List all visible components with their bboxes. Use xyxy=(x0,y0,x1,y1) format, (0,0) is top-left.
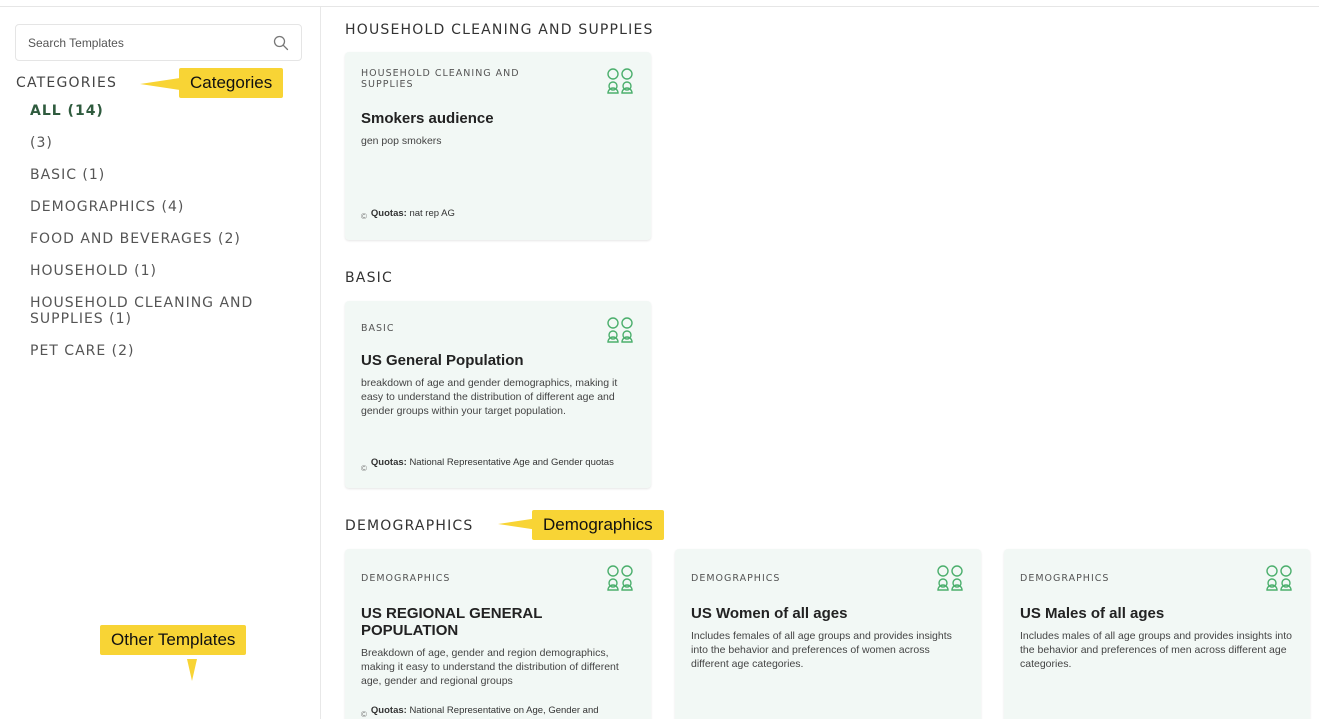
card-category: HOUSEHOLD CLEANING AND SUPPLIES xyxy=(361,68,520,90)
template-card-smokers-audience[interactable]: HOUSEHOLD CLEANING AND SUPPLIES Smokers … xyxy=(345,52,651,240)
card-title: Smokers audience xyxy=(361,110,494,127)
category-item-household[interactable]: HOUSEHOLD (1) xyxy=(30,263,300,279)
people-group-icon xyxy=(607,317,633,343)
copyright-icon: © xyxy=(361,212,367,221)
other-templates-callout: Other Templates xyxy=(100,625,247,655)
section-title-household-cleaning: HOUSEHOLD CLEANING AND SUPPLIES xyxy=(345,22,654,38)
search-box[interactable] xyxy=(15,24,302,61)
template-card-us-males-all-ages[interactable]: DEMOGRAPHICS US Males of all ages Includ… xyxy=(1004,549,1310,719)
card-category: DEMOGRAPHICS xyxy=(1020,573,1110,584)
template-card-us-women-all-ages[interactable]: DEMOGRAPHICS US Women of all ages Includ… xyxy=(675,549,981,719)
card-category: DEMOGRAPHICS xyxy=(691,573,781,584)
categories-callout: Categories xyxy=(179,68,284,98)
card-category: BASIC xyxy=(361,323,395,334)
card-title: US General Population xyxy=(361,352,524,369)
sidebar: CATEGORIES ALL (14) (3) BASIC (1) DEMOGR… xyxy=(0,7,321,719)
people-group-icon xyxy=(607,565,633,591)
categories-callout-pointer xyxy=(140,78,180,90)
card-title: US REGIONAL GENERAL POPULATION xyxy=(361,605,543,639)
template-card-us-general-population[interactable]: BASIC US General Population breakdown of… xyxy=(345,301,651,488)
card-quota: © Quotas: nat rep AG xyxy=(361,208,641,222)
card-title: US Women of all ages xyxy=(691,605,848,622)
quota-value: National Representative Age and Gender q… xyxy=(409,457,614,468)
category-item-all[interactable]: ALL (14) xyxy=(30,103,300,119)
other-templates-callout-pointer xyxy=(187,659,197,681)
copyright-icon: © xyxy=(361,710,367,719)
card-quota: © Quotas: National Representative on Age… xyxy=(361,705,641,719)
search-icon[interactable] xyxy=(273,35,289,51)
demographics-callout: Demographics xyxy=(532,510,664,540)
copyright-icon: © xyxy=(361,464,367,473)
card-quota: © Quotas: National Representative Age an… xyxy=(361,457,641,474)
card-description: Includes males of all age groups and pro… xyxy=(1020,630,1292,670)
people-group-icon xyxy=(1266,565,1292,591)
category-item-food-and-beverages[interactable]: FOOD AND BEVERAGES (2) xyxy=(30,231,300,247)
category-item-demographics[interactable]: DEMOGRAPHICS (4) xyxy=(30,199,300,215)
people-group-icon xyxy=(607,68,633,94)
card-description: breakdown of age and gender demographics… xyxy=(361,377,618,417)
quota-value: nat rep AG xyxy=(409,208,455,219)
section-title-demographics: DEMOGRAPHICS xyxy=(345,518,474,534)
quota-label: Quotas: xyxy=(370,457,407,468)
category-item-pet-care[interactable]: PET CARE (2) xyxy=(30,343,300,359)
category-list: ALL (14) (3) BASIC (1) DEMOGRAPHICS (4) … xyxy=(30,103,300,375)
category-item-household-cleaning[interactable]: HOUSEHOLD CLEANING AND SUPPLIES (1) xyxy=(30,295,300,327)
template-card-us-regional-general-population[interactable]: DEMOGRAPHICS US REGIONAL GENERAL POPULAT… xyxy=(345,549,651,719)
category-item-basic[interactable]: BASIC (1) xyxy=(30,167,300,183)
quota-label: Quotas: xyxy=(370,705,407,716)
card-category: DEMOGRAPHICS xyxy=(361,573,451,584)
search-input[interactable] xyxy=(28,35,273,50)
quota-label: Quotas: xyxy=(370,208,407,219)
card-title: US Males of all ages xyxy=(1020,605,1165,622)
card-description: Includes females of all age groups and p… xyxy=(691,630,952,670)
quota-value: National Representative on Age, Gender a… xyxy=(409,705,599,716)
section-title-basic: BASIC xyxy=(345,270,393,286)
people-group-icon xyxy=(937,565,963,591)
card-description: Breakdown of age, gender and region demo… xyxy=(361,647,619,687)
card-description: gen pop smokers xyxy=(361,135,442,147)
category-item-uncategorized[interactable]: (3) xyxy=(30,135,300,151)
categories-heading: CATEGORIES xyxy=(16,75,118,91)
